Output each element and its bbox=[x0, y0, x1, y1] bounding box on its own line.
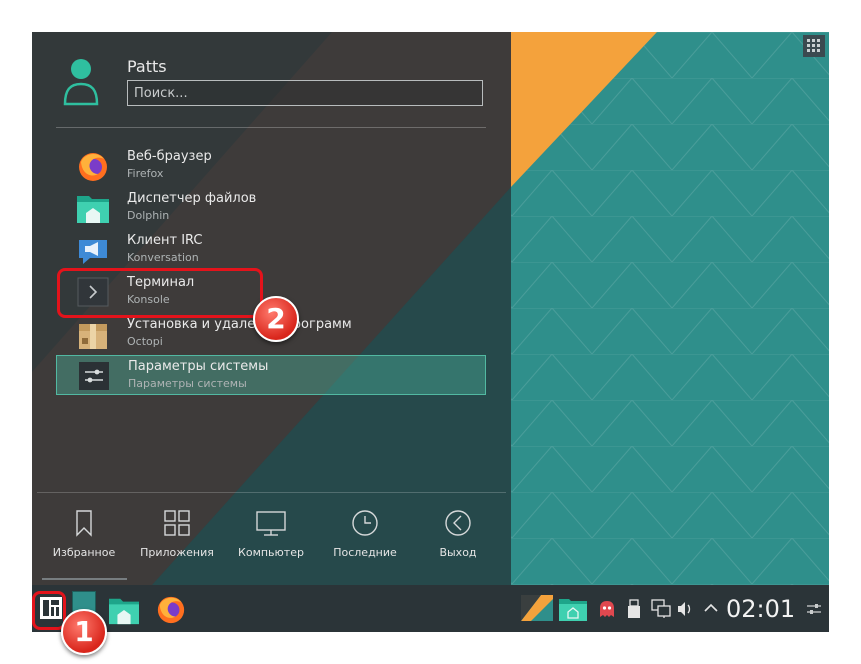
item-subtitle: Octopi bbox=[127, 335, 163, 348]
nav-applications[interactable]: Приложения bbox=[129, 502, 225, 572]
folder-icon bbox=[77, 196, 109, 223]
dots-grid-icon bbox=[807, 39, 820, 52]
firefox-icon bbox=[79, 153, 107, 181]
user-avatar-icon[interactable] bbox=[62, 58, 100, 108]
nav-favorites[interactable]: Избранное bbox=[36, 502, 132, 572]
item-title: Клиент IRC bbox=[127, 233, 203, 248]
ghost-icon[interactable] bbox=[598, 600, 616, 618]
item-title: Веб-браузер bbox=[127, 149, 212, 164]
menu-item-web-browser[interactable]: Веб-браузер Firefox bbox=[56, 146, 486, 186]
network-icon[interactable] bbox=[651, 599, 671, 619]
folder-icon[interactable] bbox=[108, 595, 140, 625]
step-marker-1: 1 bbox=[61, 609, 107, 655]
nav-label: Приложения bbox=[140, 546, 214, 559]
nav-computer[interactable]: Компьютер bbox=[223, 502, 319, 572]
monitor-icon bbox=[256, 511, 286, 536]
nav-active-indicator bbox=[42, 578, 127, 580]
nav-label: Последние bbox=[333, 546, 397, 559]
item-subtitle: Параметры системы bbox=[128, 377, 247, 390]
item-subtitle: Firefox bbox=[127, 167, 164, 180]
menu-item-system-settings[interactable]: Параметры системы Параметры системы bbox=[56, 355, 486, 395]
item-subtitle: Konversation bbox=[127, 251, 199, 264]
volume-icon[interactable] bbox=[677, 601, 693, 617]
menu-item-file-manager[interactable]: Диспетчер файлов Dolphin bbox=[56, 188, 486, 228]
home-folder-icon[interactable] bbox=[558, 596, 588, 622]
chevron-up-icon[interactable] bbox=[704, 603, 718, 613]
nav-label: Компьютер bbox=[238, 546, 304, 559]
item-subtitle: Dolphin bbox=[127, 209, 170, 222]
nav-label: Избранное bbox=[52, 546, 116, 559]
desktop-toolbox-button[interactable] bbox=[803, 35, 825, 57]
package-box-icon bbox=[79, 324, 107, 349]
grid-icon bbox=[164, 510, 190, 536]
item-title: Установка и удаление программ bbox=[127, 317, 352, 332]
step-marker-2: 2 bbox=[253, 296, 299, 342]
bookmark-icon bbox=[76, 510, 92, 537]
taskbar: 02:01 bbox=[32, 585, 829, 632]
taskbar-clock[interactable]: 02:01 bbox=[726, 595, 795, 623]
nav-logout[interactable]: Выход bbox=[410, 502, 506, 572]
nav-recent[interactable]: Последние bbox=[317, 502, 413, 572]
search-input[interactable] bbox=[127, 80, 483, 106]
firefox-icon[interactable] bbox=[155, 594, 187, 624]
header-divider bbox=[56, 127, 486, 128]
back-circle-icon bbox=[445, 510, 471, 536]
nav-label: Выход bbox=[439, 546, 477, 559]
desktop-screen: Patts Веб-браузер Firefox Диспетчер файл… bbox=[32, 32, 829, 632]
settings-sliders-icon bbox=[79, 362, 109, 390]
user-name: Patts bbox=[127, 57, 167, 76]
launcher-highlight-box bbox=[32, 591, 66, 630]
panel-settings-icon[interactable] bbox=[806, 601, 822, 617]
nav-divider bbox=[37, 492, 506, 493]
usb-device-icon[interactable] bbox=[627, 599, 641, 619]
megaphone-icon bbox=[79, 240, 107, 264]
terminal-highlight-box bbox=[57, 268, 263, 318]
item-title: Диспетчер файлов bbox=[127, 191, 257, 206]
menu-item-irc-client[interactable]: Клиент IRC Konversation bbox=[56, 230, 486, 270]
clock-icon bbox=[352, 510, 378, 536]
item-title: Параметры системы bbox=[128, 359, 269, 374]
desktop-preview-icon[interactable] bbox=[521, 595, 553, 621]
